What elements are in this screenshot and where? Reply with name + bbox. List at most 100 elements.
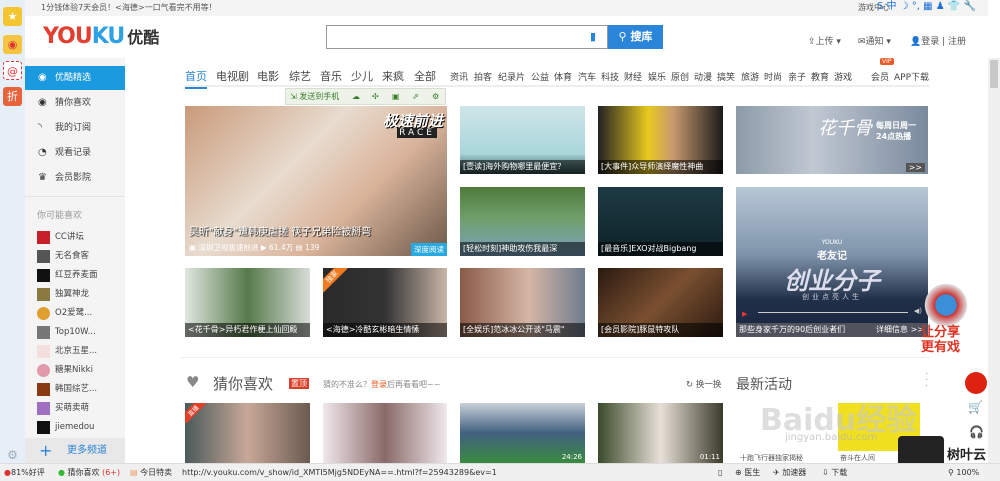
youku-logo[interactable]: YOUKU 优酷	[43, 24, 159, 49]
nav-all[interactable]: 全部	[414, 68, 436, 84]
channel-item[interactable]: 糖果Nikki	[37, 363, 93, 378]
upload-menu[interactable]: ⇪上传 ▾	[808, 34, 841, 47]
nav-home[interactable]: 首页	[185, 68, 207, 89]
search-button[interactable]: ⚲ 搜库	[608, 25, 663, 49]
nav-auto[interactable]: 汽车	[578, 70, 596, 83]
video-card[interactable]: 独家 <海德>冷酷玄彬暗生情愫	[323, 268, 447, 337]
video-card[interactable]: <花千骨>异朽君作梗上仙回殿	[185, 268, 310, 337]
send-to-phone-button[interactable]: ⇲ 发送到手机	[286, 92, 339, 101]
nav-movie[interactable]: 电影	[257, 68, 279, 84]
phone-icon[interactable]: ▯	[718, 464, 722, 481]
banner-huaqiangu[interactable]: 花千骨 每周日周一 24点热播 >>	[736, 106, 928, 174]
email-at-icon[interactable]: @	[3, 61, 22, 80]
guess-video-card[interactable]: 01:11	[598, 403, 723, 463]
channel-item[interactable]: O2爱鹭...	[37, 306, 92, 321]
nav-entertainment[interactable]: 娱乐	[648, 70, 666, 83]
share-promo-text[interactable]: 让分享 更有戏	[921, 325, 960, 355]
nav-parenting[interactable]: 亲子	[788, 70, 806, 83]
more-channels-button[interactable]: + 更多频道	[25, 438, 125, 463]
nav-news[interactable]: 资讯	[450, 70, 468, 83]
video-card[interactable]: [全娱乐]范冰冰公开谈"马震"	[460, 268, 585, 337]
download-item[interactable]: ⇩ 下载	[822, 464, 847, 481]
video-card[interactable]: [会员影院]豚鼠特攻队	[598, 268, 723, 337]
rating-item[interactable]: ●81%好评	[4, 464, 45, 481]
scrollbar[interactable]	[988, 58, 1000, 463]
banner-detail-link[interactable]: 详细信息 >>	[876, 323, 924, 337]
headset-icon[interactable]: 🎧	[969, 425, 984, 439]
video-card[interactable]: [壹读]海外购物哪里最便宜？	[460, 106, 585, 174]
featured-video[interactable]: 极速前进 RACE 吴昕"献身"遭韩庚虐搓 筷子兄弟险被掰弯 ▣ 深圳卫视极速前…	[185, 106, 447, 256]
nav-member[interactable]: 会员	[871, 70, 889, 83]
nav-charity[interactable]: 公益	[531, 70, 549, 83]
video-progress-bar[interactable]: ▶ ◀)	[742, 307, 922, 318]
nav-tv[interactable]: 电视剧	[216, 68, 249, 84]
weibo-icon[interactable]: ◉	[3, 35, 22, 54]
scrollbar-thumb[interactable]	[990, 60, 998, 88]
nav-documentary[interactable]: 纪录片	[498, 70, 525, 83]
accelerator-item[interactable]: ✈ 加速器	[773, 464, 806, 481]
nav-finance[interactable]: 财经	[624, 70, 642, 83]
guess-video-card[interactable]: 直播	[185, 403, 310, 463]
nav-education[interactable]: 教育	[811, 70, 829, 83]
refresh-button[interactable]: ↻ 换一换	[686, 378, 721, 390]
banner-more[interactable]: >>	[905, 163, 925, 172]
register-link[interactable]: 注册	[948, 37, 966, 47]
sidebar-item-vip-cinema[interactable]: ♛ 会员影院	[25, 166, 125, 190]
nav-fashion[interactable]: 时尚	[764, 70, 782, 83]
guess-video-card[interactable]: 24:26	[460, 403, 585, 463]
channel-item[interactable]: Top10W...	[37, 325, 96, 340]
nav-travel[interactable]: 旅游	[741, 70, 759, 83]
nav-original[interactable]: 原创	[671, 70, 689, 83]
nav-app-download[interactable]: APP下载	[894, 70, 929, 83]
doctor-item[interactable]: ⊕ 医生	[735, 464, 760, 481]
activity-caption[interactable]: 奋斗在人间	[840, 453, 875, 463]
nav-paike[interactable]: 拍客	[474, 70, 492, 83]
nav-games[interactable]: 游戏	[834, 70, 852, 83]
nav-funny[interactable]: 搞笑	[717, 70, 735, 83]
banner-chuangye[interactable]: YOUKU 老友记 创业分子 创业点亮人生 ▶ ◀) 那些身家千万的90后创业者们…	[736, 187, 928, 337]
nav-anime[interactable]: 动漫	[694, 70, 712, 83]
nav-sports[interactable]: 体育	[554, 70, 572, 83]
sidebar-item-guess[interactable]: ◉ 猜你喜欢	[25, 91, 125, 115]
channel-item[interactable]: 红豆养麦面	[37, 268, 98, 283]
volume-icon[interactable]: ◀)	[914, 307, 922, 315]
activity-caption[interactable]: 十跑飞行器独家揭秘	[740, 453, 803, 463]
nav-laifeng[interactable]: 来疯	[382, 68, 404, 84]
promo-link[interactable]: 1分钱体验7天会员！<海德>一口气看完不用等！	[41, 3, 217, 12]
favorites-star-icon[interactable]: ★	[3, 7, 22, 26]
settings-icon[interactable]: ⚙	[432, 89, 439, 104]
video-card[interactable]: [大事件]众导师演绎魔性神曲	[598, 106, 723, 174]
nav-tech[interactable]: 科技	[601, 70, 619, 83]
video-card[interactable]: [最音乐]EXO对战Bigbang	[598, 187, 723, 256]
zoom-level[interactable]: ⚲ 100%	[948, 464, 979, 481]
save-icon[interactable]: ▣	[392, 89, 400, 104]
guess-video-card[interactable]	[323, 403, 447, 463]
video-card[interactable]: [轻松时刻]神助攻伤我最深	[460, 187, 585, 256]
expand-icon[interactable]: ✣	[372, 89, 379, 104]
discount-icon[interactable]: 折	[3, 87, 22, 106]
channel-item[interactable]: 买萌卖萌	[37, 401, 89, 416]
search-input[interactable]	[326, 25, 608, 49]
nav-music[interactable]: 音乐	[320, 68, 342, 84]
deep-read-badge[interactable]: 深度阅读	[411, 243, 447, 256]
notify-menu[interactable]: ✉通知 ▾	[858, 34, 891, 47]
featured-channel[interactable]: 深圳卫视极速前进	[198, 243, 258, 252]
hint-login-link[interactable]: 登录	[371, 380, 387, 389]
cloud-icon[interactable]: ☁	[352, 89, 360, 104]
share-promo-logo[interactable]	[922, 280, 970, 330]
channel-item[interactable]: 无名食客	[37, 249, 89, 264]
share-icon[interactable]: ⇗	[412, 89, 419, 104]
nav-kids[interactable]: 少儿	[351, 68, 373, 84]
ime-toolbar[interactable]: S 中 ☽ °, ▦ ♟ 👕 🔧	[877, 0, 976, 14]
channel-item[interactable]: 北京五星...	[37, 344, 97, 359]
guess-status-item[interactable]: ● 猜你喜欢 (6+)	[58, 464, 120, 481]
play-icon[interactable]: ▶	[742, 310, 747, 318]
sidebar-item-subscriptions[interactable]: ◝ 我的订阅	[25, 116, 125, 140]
channel-item[interactable]: 韩国综艺...	[37, 382, 97, 397]
more-dots-icon[interactable]: · · ·	[925, 370, 928, 392]
sidebar-item-history[interactable]: ◔ 观看记录	[25, 141, 125, 165]
sidebar-item-featured[interactable]: ◉ 优酷精选	[25, 66, 125, 90]
coca-cola-icon[interactable]	[965, 372, 987, 394]
channel-item[interactable]: jiemedou	[37, 420, 94, 435]
bar-chart-icon[interactable]: ▮	[590, 30, 596, 43]
